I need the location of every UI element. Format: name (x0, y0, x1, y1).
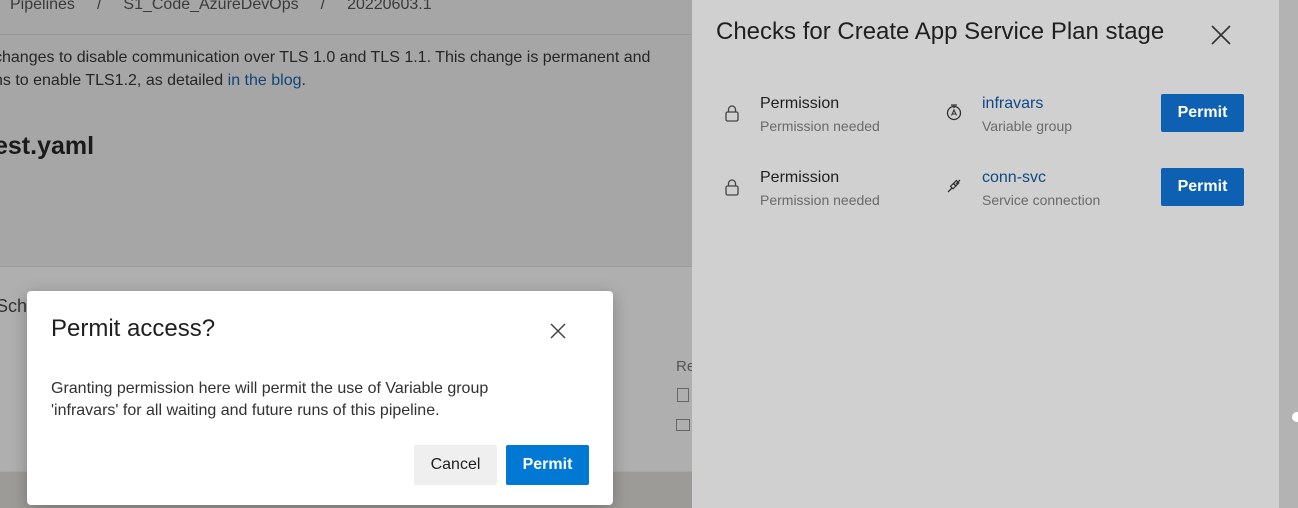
right-edge (1279, 0, 1298, 508)
check-row: Permission Permission needed infravars V… (692, 92, 1279, 148)
close-icon[interactable] (549, 322, 567, 340)
tls-banner: changes to disable communication over TL… (0, 46, 650, 92)
check-status: Permission needed (760, 192, 880, 208)
panel-title: Checks for Create App Service Plan stage (716, 18, 1165, 45)
resource-link-infravars[interactable]: infravars (982, 95, 1043, 113)
permit-button-conn-svc[interactable]: Permit (1161, 168, 1244, 206)
scroll-indicator (1292, 412, 1298, 422)
banner-line-2-text: ns to enable TLS1.2, as detailed (0, 72, 228, 89)
breadcrumb: Pipelines / S1_Code_AzureDevOps / 20220603.1 (10, 0, 432, 14)
check-kind: Permission (760, 95, 840, 112)
calendar-icon (676, 419, 690, 431)
lock-icon (725, 105, 739, 122)
check-status: Permission needed (760, 118, 880, 134)
permit-access-dialog: Permit access? Granting permission here … (27, 291, 613, 505)
banner-line-2: ns to enable TLS1.2, as detailed in the … (0, 69, 650, 92)
breadcrumb-item-project[interactable]: S1_Code_AzureDevOps (123, 0, 298, 13)
breadcrumb-separator: / (96, 0, 102, 13)
resource-type: Service connection (982, 192, 1101, 208)
blog-link[interactable]: in the blog (228, 72, 302, 89)
checks-panel: Checks for Create App Service Plan stage… (692, 0, 1279, 508)
banner-line-1: changes to disable communication over TL… (0, 49, 651, 66)
resource-type: Variable group (982, 118, 1073, 134)
cancel-button[interactable]: Cancel (414, 445, 497, 485)
dialog-title: Permit access? (51, 315, 216, 342)
page-title: est.yaml (0, 132, 95, 160)
breadcrumb-item-run[interactable]: 20220603.1 (347, 0, 432, 13)
close-icon[interactable] (1210, 24, 1232, 46)
clipboard-icon (677, 388, 689, 402)
card-text: Sch (0, 296, 28, 316)
check-kind: Permission (760, 169, 840, 186)
check-row: Permission Permission needed conn-svc Se… (692, 166, 1279, 222)
header-divider (0, 34, 700, 35)
breadcrumb-separator: / (320, 0, 326, 13)
permit-button[interactable]: Permit (506, 445, 589, 485)
variable-group-icon (946, 104, 962, 121)
permit-button-infravars[interactable]: Permit (1161, 94, 1244, 132)
banner-line-2-suffix: . (301, 72, 306, 89)
dialog-message: Granting permission here will permit the… (51, 380, 489, 419)
breadcrumb-item-pipelines[interactable]: Pipelines (10, 0, 75, 13)
resource-link-conn-svc[interactable]: conn-svc (982, 169, 1046, 187)
lock-icon (725, 179, 739, 196)
service-connection-icon (947, 179, 961, 193)
